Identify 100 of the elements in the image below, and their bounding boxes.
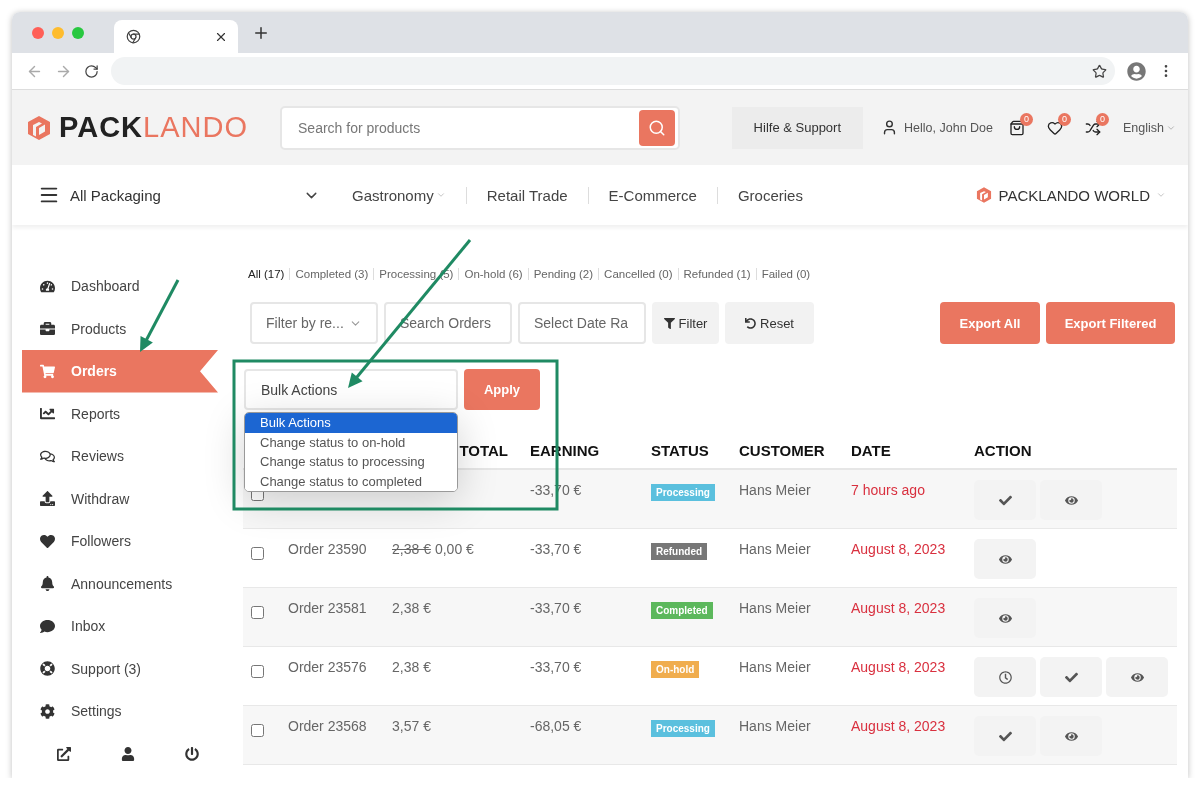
sidebar-item[interactable]: Settings (22, 690, 218, 733)
search-field[interactable]: Search for products (280, 105, 680, 150)
reseller-select[interactable]: Filter by re... (250, 302, 378, 344)
view-button[interactable] (1106, 657, 1168, 697)
power-icon[interactable] (185, 746, 199, 761)
date-cell-text: August 8, 2023 (851, 540, 947, 559)
upload-icon (40, 491, 55, 507)
nav-link[interactable]: Retail Trade (465, 186, 588, 204)
view-button[interactable] (1040, 480, 1102, 520)
count-badge: 0 (1020, 112, 1033, 126)
customer-cell-text: Hans Meier (739, 658, 812, 677)
account-link[interactable]: Hello, John Doe (904, 120, 993, 135)
heart-icon (40, 533, 55, 549)
status-badge: Refunded (651, 543, 708, 560)
count-badge: 0 (1058, 112, 1071, 126)
bag-icon[interactable] (1009, 119, 1025, 136)
earning-cell-text: -33,70 € (530, 540, 583, 559)
earning-cell-text: -68,05 € (530, 717, 583, 736)
check-icon (998, 493, 1012, 507)
status-filter-link[interactable]: Completed (3) (289, 268, 374, 280)
eye-icon (998, 552, 1012, 566)
sidebar-item[interactable]: Reports (22, 392, 218, 435)
sidebar-item[interactable]: Support (3) (22, 647, 218, 690)
row-checkbox[interactable] (251, 606, 264, 619)
filter-button[interactable]: Filter (652, 302, 719, 344)
sidebar-item[interactable]: Reviews (22, 435, 218, 478)
row-checkbox[interactable] (251, 547, 264, 560)
order-cell[interactable]: Order 23568 (288, 706, 392, 734)
settings-icon (40, 703, 55, 719)
world-link[interactable]: PACKLANDO WORLD (974, 186, 1166, 204)
eye-icon (1130, 670, 1144, 684)
view-button[interactable] (1040, 716, 1102, 756)
order-cell[interactable]: Order 23581 (288, 588, 392, 616)
status-filter-link[interactable]: Failed (0) (755, 268, 816, 280)
comments-icon (40, 448, 55, 464)
total-cell-text: 2,38 € (392, 599, 432, 616)
external-link-icon[interactable] (57, 746, 71, 761)
view-button[interactable] (974, 598, 1036, 638)
profile-icon[interactable] (1127, 61, 1146, 81)
status-filter-link[interactable]: On-hold (6) (458, 268, 528, 280)
bell-icon (40, 576, 55, 592)
reload-icon[interactable] (84, 63, 99, 79)
logo-icon (25, 113, 53, 142)
status-badge: Processing (651, 484, 715, 501)
browser-tab[interactable] (114, 20, 238, 53)
lifebuoy-icon (40, 661, 55, 677)
date-cell-text: August 8, 2023 (851, 599, 947, 618)
check-icon (1064, 670, 1078, 684)
row-checkbox[interactable] (251, 724, 264, 737)
date-range-field[interactable]: Select Date Ra (518, 302, 646, 344)
close-window-icon[interactable] (32, 26, 44, 39)
date-cell-text: August 8, 2023 (851, 658, 947, 677)
nav-link[interactable]: Gastronomy (332, 186, 466, 204)
order-cell[interactable]: Order 23576 (288, 647, 392, 675)
column-header: TOTAL (459, 441, 508, 459)
status-badge: Completed (651, 602, 713, 619)
bookmark-icon[interactable] (1092, 63, 1107, 79)
date-cell-text: 7 hours ago (851, 481, 926, 500)
status-filter-link[interactable]: All (17) (248, 268, 290, 280)
reset-button[interactable]: Reset (725, 302, 814, 344)
date-cell-text: August 8, 2023 (851, 717, 947, 736)
status-filter-link[interactable]: Pending (2) (527, 268, 599, 280)
status-filter-link[interactable]: Refunded (1) (677, 268, 756, 280)
eye-icon (1064, 493, 1078, 507)
dropdown-option[interactable]: Change status to processing (245, 452, 457, 472)
briefcase-icon (40, 321, 55, 337)
dropdown-option[interactable]: Change status to on-hold (245, 432, 457, 452)
total-cell-text: 3,57 € (392, 717, 432, 734)
sidebar-item[interactable]: Inbox (22, 605, 218, 648)
total-cell-text: 2,38 € (392, 658, 432, 675)
customer-cell-text: Hans Meier (739, 717, 812, 736)
search-button[interactable] (638, 109, 675, 146)
column-header: DATE (851, 441, 891, 459)
language-menu[interactable]: English (1123, 120, 1176, 135)
heart-icon[interactable] (1047, 119, 1063, 136)
sidebar-item[interactable]: Withdraw (22, 477, 218, 520)
logo-icon (974, 186, 993, 204)
sidebar-item[interactable]: Dashboard (22, 265, 218, 308)
search-icon (647, 118, 666, 137)
view-button[interactable] (974, 539, 1036, 579)
dropdown-option[interactable]: Change status to completed (245, 471, 457, 491)
sidebar-item[interactable]: Followers (22, 520, 218, 563)
logo-text[interactable]: PACKLANDO (59, 111, 248, 144)
nav-link[interactable]: E-Commerce (587, 186, 717, 204)
sidebar-item[interactable]: Products (22, 307, 218, 350)
order-cell[interactable]: Order 23590 (288, 529, 392, 557)
user-icon[interactable] (121, 746, 135, 761)
status-filter-link[interactable]: Cancelled (0) (598, 268, 678, 280)
column-header: ACTION (974, 441, 1032, 459)
status-badge: Processing (651, 720, 715, 737)
chat-icon (40, 618, 55, 634)
row-checkbox[interactable] (251, 665, 264, 678)
dropdown-option[interactable]: Bulk Actions (245, 413, 457, 433)
category-menu[interactable]: All Packaging (70, 186, 303, 204)
bulk-actions-select[interactable]: Bulk Actions (244, 369, 458, 410)
search-orders-field[interactable]: Search Orders (384, 302, 512, 344)
sidebar-item[interactable]: Announcements (22, 562, 218, 605)
clock-icon (998, 670, 1012, 684)
nav-link[interactable]: Groceries (716, 186, 823, 204)
help-button[interactable]: Hilfe & Support (731, 106, 864, 149)
